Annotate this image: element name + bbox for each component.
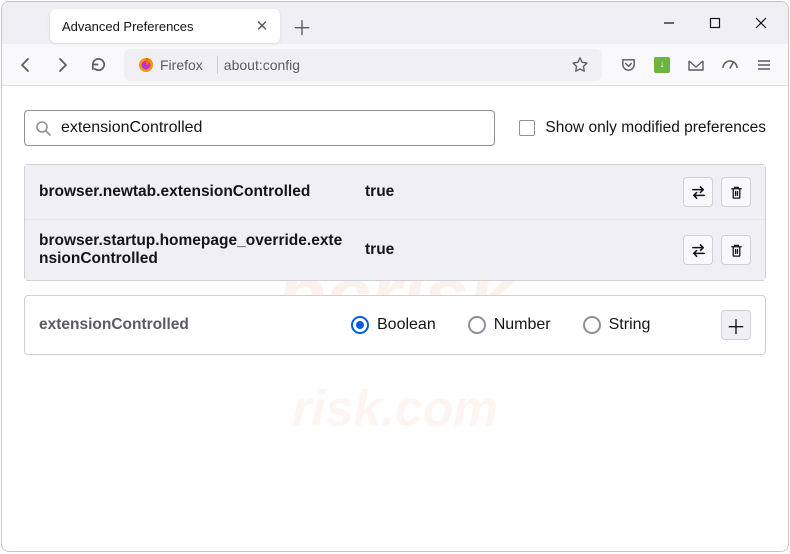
- nav-toolbar: Firefox about:config ↓: [2, 44, 788, 86]
- add-pref-name: extensionControlled: [39, 316, 335, 334]
- search-icon: [35, 120, 51, 136]
- radio-boolean[interactable]: Boolean: [351, 316, 436, 334]
- radio-label: Number: [494, 316, 551, 334]
- bookmark-star-button[interactable]: [564, 49, 596, 81]
- delete-button[interactable]: [721, 177, 751, 207]
- pref-name: browser.startup.homepage_override.extens…: [39, 232, 349, 268]
- pref-row: browser.startup.homepage_override.extens…: [25, 220, 765, 280]
- radio-label: Boolean: [377, 316, 436, 334]
- pref-name: browser.newtab.extensionControlled: [39, 183, 349, 201]
- search-row: Show only modified preferences: [24, 110, 766, 146]
- radio-label: String: [609, 316, 651, 334]
- browser-tab[interactable]: Advanced Preferences ✕: [50, 9, 280, 43]
- forward-button[interactable]: [46, 49, 78, 81]
- close-tab-button[interactable]: ✕: [252, 16, 272, 36]
- add-pref-row: extensionControlled Boolean Number Strin…: [24, 295, 766, 355]
- url-bar[interactable]: Firefox about:config: [124, 49, 602, 81]
- mail-button[interactable]: [680, 49, 712, 81]
- pref-value: true: [365, 241, 667, 259]
- reload-button[interactable]: [82, 49, 114, 81]
- toggle-icon: [690, 184, 707, 201]
- pocket-button[interactable]: [612, 49, 644, 81]
- back-button[interactable]: [10, 49, 42, 81]
- watermark-sub: risk.com: [292, 380, 498, 438]
- show-modified-checkbox[interactable]: Show only modified preferences: [519, 119, 766, 137]
- radio-number[interactable]: Number: [468, 316, 551, 334]
- dashboard-button[interactable]: [714, 49, 746, 81]
- results-list: browser.newtab.extensionControlled true …: [24, 164, 766, 281]
- tab-title: Advanced Preferences: [62, 19, 244, 34]
- checkbox-box[interactable]: [519, 120, 535, 136]
- trash-icon: [729, 243, 744, 258]
- maximize-button[interactable]: [692, 2, 738, 44]
- firefox-icon: [138, 57, 154, 73]
- content-area: Show only modified preferences browser.n…: [2, 86, 788, 379]
- extension-button[interactable]: ↓: [646, 49, 678, 81]
- close-window-button[interactable]: [738, 2, 784, 44]
- identity-box[interactable]: Firefox: [130, 55, 211, 75]
- extension-icon: ↓: [654, 57, 670, 73]
- trash-icon: [729, 185, 744, 200]
- toggle-icon: [690, 242, 707, 259]
- url-divider: [217, 56, 218, 74]
- search-input[interactable]: [61, 119, 484, 137]
- tab-strip: Advanced Preferences ✕ ＋: [2, 2, 788, 44]
- identity-label: Firefox: [160, 57, 203, 73]
- toggle-button[interactable]: [683, 235, 713, 265]
- toggle-button[interactable]: [683, 177, 713, 207]
- search-box[interactable]: [24, 110, 495, 146]
- pref-value: true: [365, 183, 667, 201]
- url-text[interactable]: about:config: [224, 57, 558, 73]
- new-tab-button[interactable]: ＋: [286, 10, 318, 42]
- type-radio-group: Boolean Number String: [351, 316, 705, 334]
- app-menu-button[interactable]: [748, 49, 780, 81]
- window-controls: [646, 2, 784, 44]
- radio-string[interactable]: String: [583, 316, 651, 334]
- add-pref-button[interactable]: ＋: [721, 310, 751, 340]
- delete-button[interactable]: [721, 235, 751, 265]
- minimize-button[interactable]: [646, 2, 692, 44]
- pref-row: browser.newtab.extensionControlled true: [25, 165, 765, 220]
- checkbox-label: Show only modified preferences: [545, 119, 766, 137]
